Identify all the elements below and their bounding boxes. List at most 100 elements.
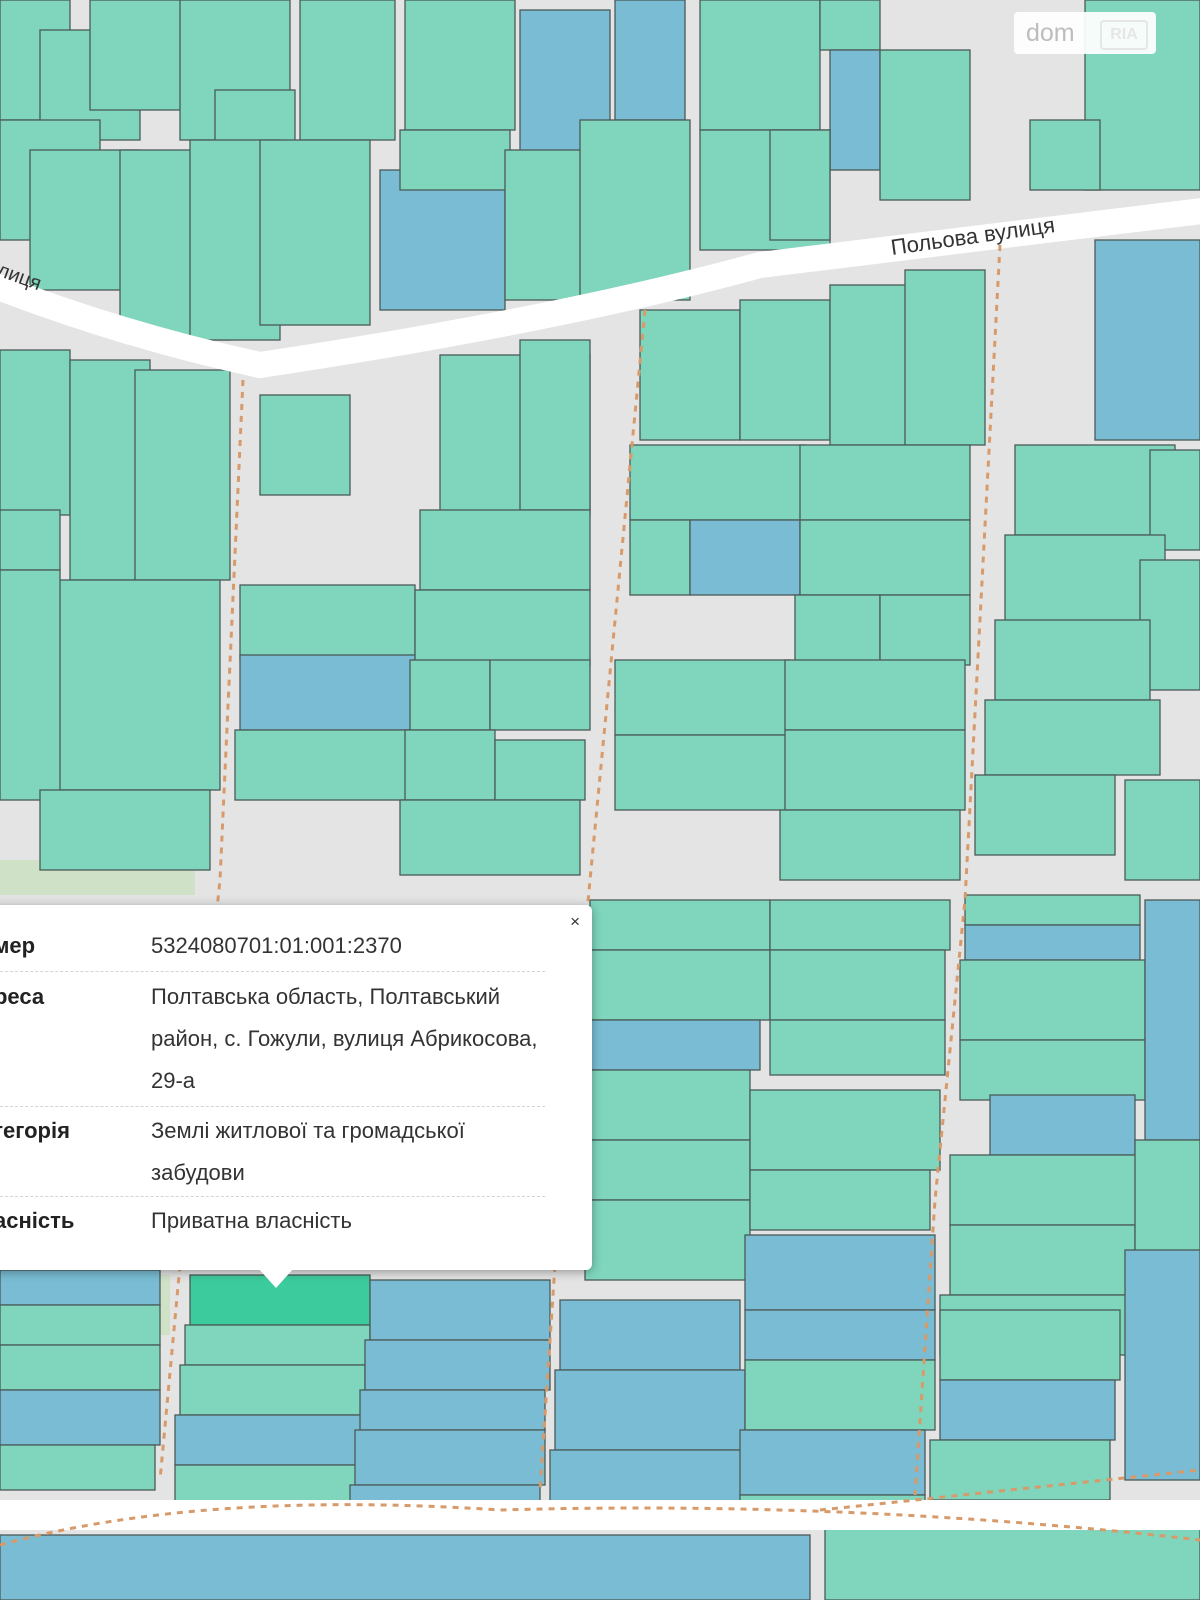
land-parcel[interactable]	[984, 699, 1161, 776]
land-parcel[interactable]	[579, 119, 691, 301]
land-parcel[interactable]	[739, 1429, 926, 1496]
cadastral-map[interactable]: Польова вулиця лиця	[0, 0, 1200, 1600]
land-parcel[interactable]	[359, 1389, 546, 1431]
land-parcel[interactable]	[1094, 239, 1200, 441]
land-parcel[interactable]	[134, 369, 231, 581]
land-parcel[interactable]	[0, 569, 61, 801]
land-parcel[interactable]	[399, 129, 511, 191]
land-parcel[interactable]	[739, 299, 831, 441]
land-parcel[interactable]	[404, 0, 516, 131]
land-parcel[interactable]	[639, 309, 741, 441]
land-parcel[interactable]	[419, 509, 591, 591]
land-parcel[interactable]	[744, 1359, 936, 1431]
land-parcel[interactable]	[234, 729, 411, 801]
land-parcel[interactable]	[589, 1019, 761, 1071]
land-parcel[interactable]	[769, 1019, 946, 1076]
land-parcel[interactable]	[769, 129, 831, 241]
land-parcel[interactable]	[939, 1309, 1121, 1381]
land-parcel[interactable]	[949, 1154, 1141, 1226]
land-parcel[interactable]	[489, 659, 591, 731]
land-parcel[interactable]	[0, 509, 61, 571]
land-parcel[interactable]	[749, 1089, 941, 1171]
land-parcel[interactable]	[174, 1414, 366, 1466]
info-row-number: омер 5324080701:01:001:2370	[0, 925, 545, 972]
land-parcel[interactable]	[744, 1309, 936, 1361]
land-parcel[interactable]	[554, 1369, 746, 1451]
land-parcel[interactable]	[0, 1344, 161, 1391]
land-parcel[interactable]	[784, 659, 966, 731]
land-parcel[interactable]	[179, 1364, 366, 1416]
land-parcel[interactable]	[769, 899, 951, 951]
land-parcel[interactable]	[769, 949, 946, 1021]
land-parcel[interactable]	[0, 1444, 156, 1491]
land-parcel[interactable]	[1124, 779, 1200, 881]
land-parcel[interactable]	[364, 1339, 551, 1391]
land-parcel[interactable]	[879, 594, 971, 666]
land-parcel[interactable]	[239, 584, 416, 661]
land-parcel[interactable]	[404, 729, 496, 801]
land-parcel[interactable]	[494, 739, 586, 801]
land-parcel[interactable]	[0, 349, 71, 516]
land-parcel[interactable]	[259, 394, 351, 496]
land-parcel[interactable]	[519, 339, 591, 511]
land-parcel[interactable]	[184, 1324, 371, 1366]
info-row-address: дреса Полтавська область, Полтавський ра…	[0, 976, 545, 1107]
land-parcel[interactable]	[929, 1439, 1111, 1501]
land-parcel[interactable]	[369, 1279, 551, 1341]
land-parcel[interactable]	[239, 654, 416, 731]
land-parcel[interactable]	[629, 444, 806, 521]
land-parcel[interactable]	[939, 1379, 1116, 1441]
land-parcel[interactable]	[779, 809, 961, 881]
land-parcel[interactable]	[409, 659, 491, 731]
land-parcel[interactable]	[964, 924, 1141, 961]
land-parcel[interactable]	[904, 269, 986, 446]
land-parcel[interactable]	[824, 1524, 1200, 1600]
land-parcel[interactable]	[614, 734, 791, 811]
land-parcel[interactable]	[589, 899, 771, 951]
land-parcel[interactable]	[0, 1534, 811, 1600]
land-parcel[interactable]	[799, 444, 971, 521]
land-parcel[interactable]	[829, 284, 911, 446]
land-parcel[interactable]	[299, 0, 396, 141]
land-parcel[interactable]	[744, 1234, 936, 1311]
land-parcel[interactable]	[794, 594, 881, 666]
land-parcel[interactable]	[379, 169, 506, 311]
land-parcel[interactable]	[589, 949, 771, 1021]
land-parcel[interactable]	[49, 579, 221, 791]
land-parcel[interactable]	[614, 0, 686, 121]
land-parcel[interactable]	[589, 1139, 751, 1201]
land-parcel[interactable]	[584, 1199, 751, 1281]
land-parcel[interactable]	[354, 1429, 546, 1486]
land-parcel[interactable]	[819, 0, 881, 51]
land-parcel[interactable]	[1144, 899, 1200, 1141]
land-parcel[interactable]	[699, 0, 821, 131]
land-parcel[interactable]	[399, 799, 581, 876]
land-parcel[interactable]	[959, 1039, 1146, 1101]
land-parcel[interactable]	[39, 789, 211, 871]
land-parcel[interactable]	[629, 519, 691, 596]
land-parcel[interactable]	[259, 139, 371, 326]
land-parcel[interactable]	[414, 589, 591, 666]
land-parcel[interactable]	[879, 49, 971, 201]
land-parcel[interactable]	[0, 1304, 161, 1346]
land-parcel[interactable]	[799, 519, 971, 596]
land-parcel[interactable]	[949, 1224, 1136, 1296]
land-parcel[interactable]	[559, 1299, 741, 1371]
land-parcel[interactable]	[994, 619, 1151, 701]
land-parcel[interactable]	[964, 894, 1141, 926]
land-parcel[interactable]	[0, 1389, 161, 1446]
land-parcel[interactable]	[614, 659, 791, 736]
land-parcel[interactable]	[959, 959, 1146, 1041]
land-parcel[interactable]	[1029, 119, 1101, 191]
land-parcel[interactable]	[829, 49, 881, 171]
land-parcel[interactable]	[589, 1069, 751, 1141]
land-parcel[interactable]	[784, 729, 966, 811]
land-parcel[interactable]	[974, 774, 1116, 856]
land-parcel[interactable]	[749, 1169, 931, 1231]
land-parcel[interactable]	[689, 519, 801, 596]
land-parcel[interactable]	[0, 1269, 161, 1306]
land-parcel[interactable]	[1134, 1139, 1200, 1261]
land-parcel[interactable]	[1124, 1249, 1200, 1481]
land-parcel[interactable]	[989, 1094, 1136, 1156]
close-icon[interactable]: ×	[570, 913, 580, 930]
